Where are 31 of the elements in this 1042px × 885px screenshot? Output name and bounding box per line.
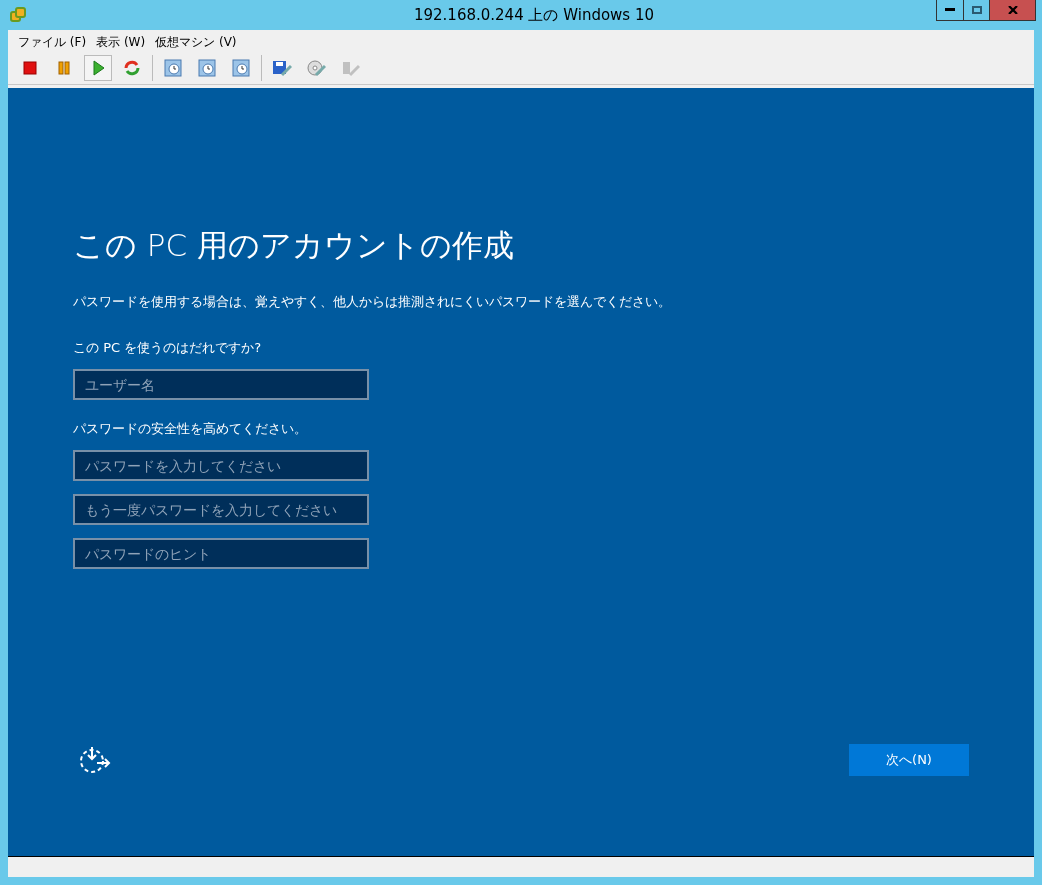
window-title: 192.168.0.244 上の Windows 10	[413, 5, 655, 25]
minimize-icon	[945, 8, 955, 12]
clock-icon	[198, 59, 216, 77]
disc-wrench-icon	[306, 59, 326, 77]
clock-icon	[164, 59, 182, 77]
usb-wrench-icon	[340, 59, 360, 77]
close-button[interactable]	[989, 0, 1036, 21]
page-heading: この PC 用のアカウントの作成	[73, 226, 516, 265]
next-button[interactable]: 次へ(N)	[849, 744, 969, 776]
close-icon	[1007, 6, 1018, 14]
pause-icon	[57, 61, 71, 75]
password-prompt: パスワードの安全性を高めてください。	[73, 420, 308, 438]
menu-item[interactable]: 仮想マシン (V)	[155, 34, 237, 52]
refresh-icon	[123, 59, 141, 77]
maximize-icon	[971, 5, 982, 15]
password-field[interactable]: パスワードのヒント	[73, 538, 369, 569]
intro-text: パスワードを使用する場合は、覚えやすく、他人からは推測されにくいパスワードを選んでください。	[73, 293, 672, 311]
clock-icon	[232, 59, 250, 77]
password-field[interactable]: パスワードを入力してください	[73, 450, 369, 481]
toolbar-button[interactable]	[84, 55, 112, 81]
floppy-wrench-icon	[272, 59, 292, 77]
user-prompt: この PC を使うのはだれですか?	[73, 339, 263, 357]
app-icon	[10, 7, 26, 23]
play-icon	[91, 60, 105, 76]
password-field[interactable]: もう一度パスワードを入力してください	[73, 494, 369, 525]
minimize-button[interactable]	[936, 0, 964, 21]
username-field[interactable]: ユーザー名	[73, 369, 369, 400]
menu-item[interactable]: ファイル (F)	[18, 34, 87, 52]
stop-icon	[23, 61, 37, 75]
accessibility-icon	[79, 745, 113, 775]
menu-item[interactable]: 表示 (W)	[96, 34, 146, 52]
